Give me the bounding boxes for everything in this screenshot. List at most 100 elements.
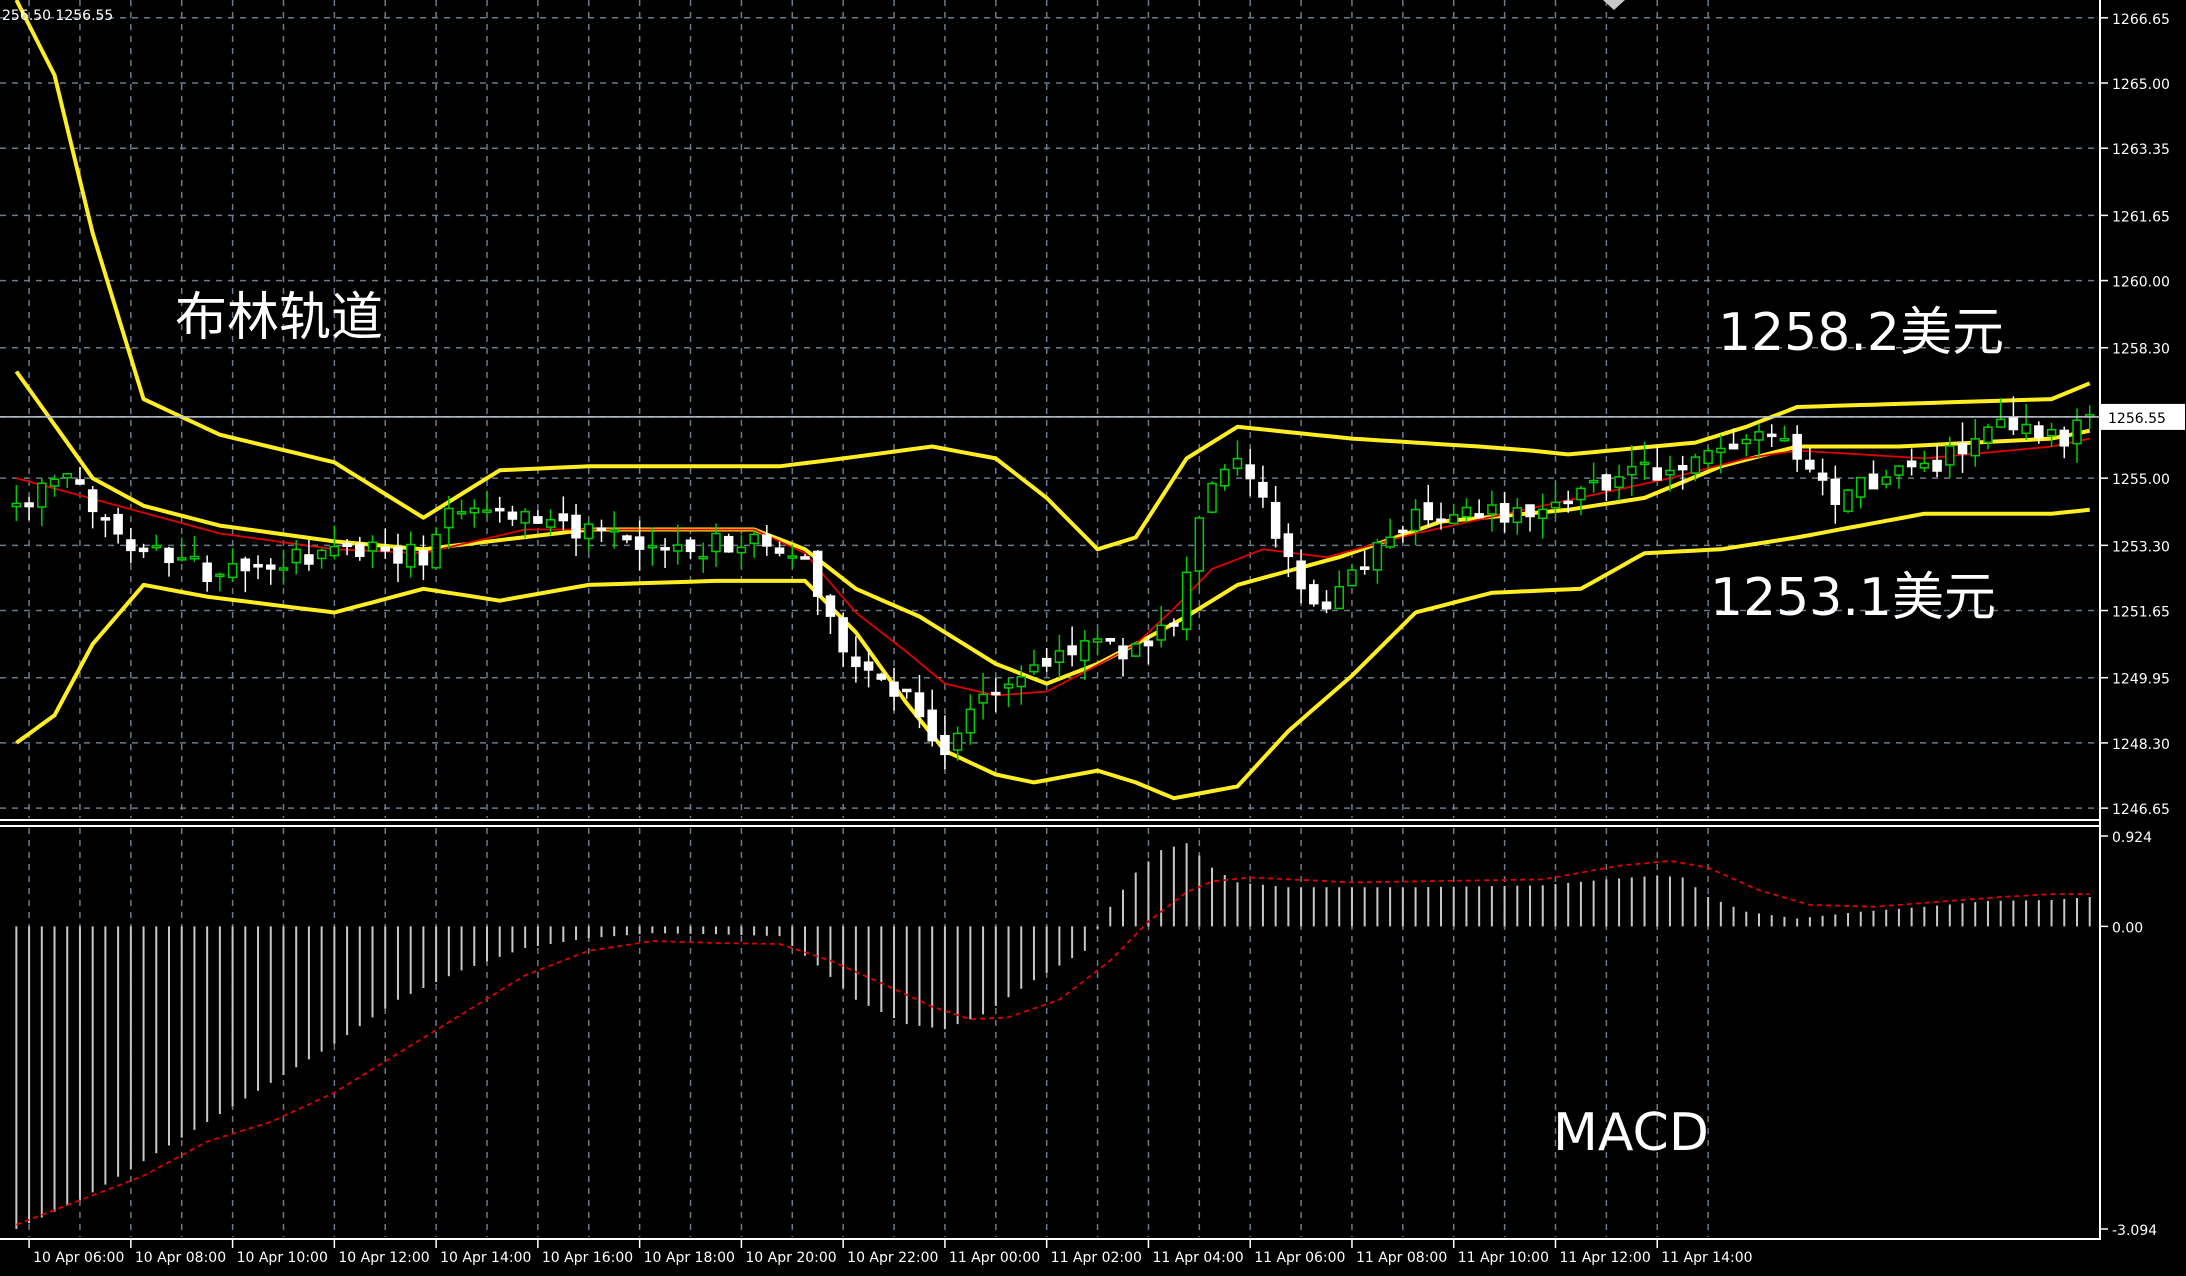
candle-body <box>1474 513 1484 519</box>
candle-body <box>1092 638 1103 643</box>
candle-body <box>1957 442 1968 455</box>
candle-body <box>1677 465 1688 471</box>
candle-body <box>164 547 174 564</box>
candle-body <box>444 507 454 529</box>
candle-body <box>1118 645 1128 660</box>
candle-body <box>1309 584 1319 605</box>
candle-body <box>1423 502 1434 521</box>
candle-body <box>1830 478 1841 505</box>
candle-body <box>1614 476 1624 489</box>
candle-body <box>87 489 98 513</box>
candle-body <box>215 573 225 578</box>
time-tick-label: 11 Apr 12:00 <box>1559 1250 1650 1266</box>
candle-body <box>482 509 492 513</box>
price-tick-label: 1249.95 <box>2112 672 2170 688</box>
candle-body <box>1690 456 1701 474</box>
candle-body <box>584 523 594 540</box>
candle-body <box>355 543 365 558</box>
candle-body <box>863 661 874 671</box>
candle-body <box>965 708 976 734</box>
candle-body <box>11 502 22 508</box>
candle-body <box>1041 657 1052 667</box>
candle-body <box>1716 447 1726 454</box>
time-tick-label: 10 Apr 20:00 <box>745 1250 836 1266</box>
candle-body <box>838 617 848 653</box>
candle-body <box>1029 664 1039 673</box>
candle-body <box>1156 624 1166 641</box>
macd-annotation: MACD <box>1553 1103 1709 1163</box>
candle-body <box>1652 467 1662 481</box>
candle-body <box>1054 650 1065 663</box>
candle-body <box>2008 417 2019 431</box>
candle-body <box>927 709 937 742</box>
candle-body <box>914 692 925 718</box>
price-tick-label: 1255.00 <box>2112 472 2170 488</box>
candle-body <box>800 556 810 560</box>
candle-body <box>787 555 798 559</box>
candle-body <box>1639 461 1650 466</box>
candle-body <box>634 536 645 550</box>
candle-body <box>1970 438 1980 457</box>
time-tick-label: 10 Apr 10:00 <box>237 1250 328 1266</box>
price-tick-label: 1263.35 <box>2112 142 2170 158</box>
bollinger-annotation: 布林轨道 <box>175 288 383 348</box>
candle-body <box>1296 560 1306 590</box>
candle-body <box>342 543 352 548</box>
candle-body <box>1894 465 1904 476</box>
time-tick-label: 11 Apr 10:00 <box>1458 1250 1549 1266</box>
candle-body <box>1856 476 1866 498</box>
candle-body <box>749 533 759 545</box>
price-tick-label: 1258.30 <box>2112 342 2170 358</box>
candle-body <box>202 562 212 582</box>
price-tick-label: 1253.30 <box>2112 539 2170 555</box>
candle-body <box>494 507 505 512</box>
candle-body <box>151 544 162 549</box>
candle-body <box>685 539 696 553</box>
candle-body <box>240 558 251 572</box>
price-tick-label: 1261.65 <box>2112 209 2170 225</box>
candle-body <box>1741 438 1752 445</box>
candle-body <box>62 472 72 479</box>
candle-body <box>851 656 861 668</box>
candle-body <box>952 732 963 751</box>
candle-body <box>2046 428 2057 437</box>
candle-body <box>1347 569 1357 587</box>
time-tick-label: 10 Apr 14:00 <box>440 1250 531 1266</box>
time-tick-label: 10 Apr 16:00 <box>542 1250 633 1266</box>
candle-body <box>1525 504 1535 518</box>
candle-body <box>456 511 467 515</box>
candle-body <box>1410 508 1421 532</box>
candle-body <box>1817 472 1828 481</box>
time-tick-label: 11 Apr 04:00 <box>1152 1250 1243 1266</box>
candle-body <box>1321 601 1332 610</box>
candle-body <box>762 534 772 547</box>
time-tick-label: 10 Apr 06:00 <box>33 1250 124 1266</box>
candle-body <box>1919 462 1930 469</box>
candle-body <box>902 688 912 693</box>
candle-body <box>253 564 263 568</box>
candle-body <box>1703 449 1713 465</box>
candle-body <box>1563 500 1573 505</box>
candle-body <box>393 546 403 564</box>
candle-body <box>1258 481 1268 498</box>
chart-background <box>0 0 2186 1276</box>
candle-body <box>1843 489 1853 512</box>
price-tick-label: 1248.30 <box>2112 737 2170 753</box>
candle-body <box>1932 459 1942 472</box>
candle-body <box>380 546 390 552</box>
candle-body <box>1207 482 1217 513</box>
candle-body <box>736 546 747 554</box>
candle-body <box>1601 474 1612 491</box>
candle-body <box>1499 503 1510 523</box>
candle-body <box>711 532 721 553</box>
candle-body <box>49 478 60 487</box>
candle-body <box>940 734 950 756</box>
candle-body <box>1766 433 1777 438</box>
price-tick-label: 1251.65 <box>2112 605 2170 621</box>
candle-body <box>1868 473 1879 490</box>
candle-body <box>1220 468 1230 487</box>
candle-body <box>1283 533 1294 558</box>
candle-body <box>37 482 47 508</box>
candle-body <box>176 557 187 561</box>
candle-body <box>1105 637 1116 642</box>
